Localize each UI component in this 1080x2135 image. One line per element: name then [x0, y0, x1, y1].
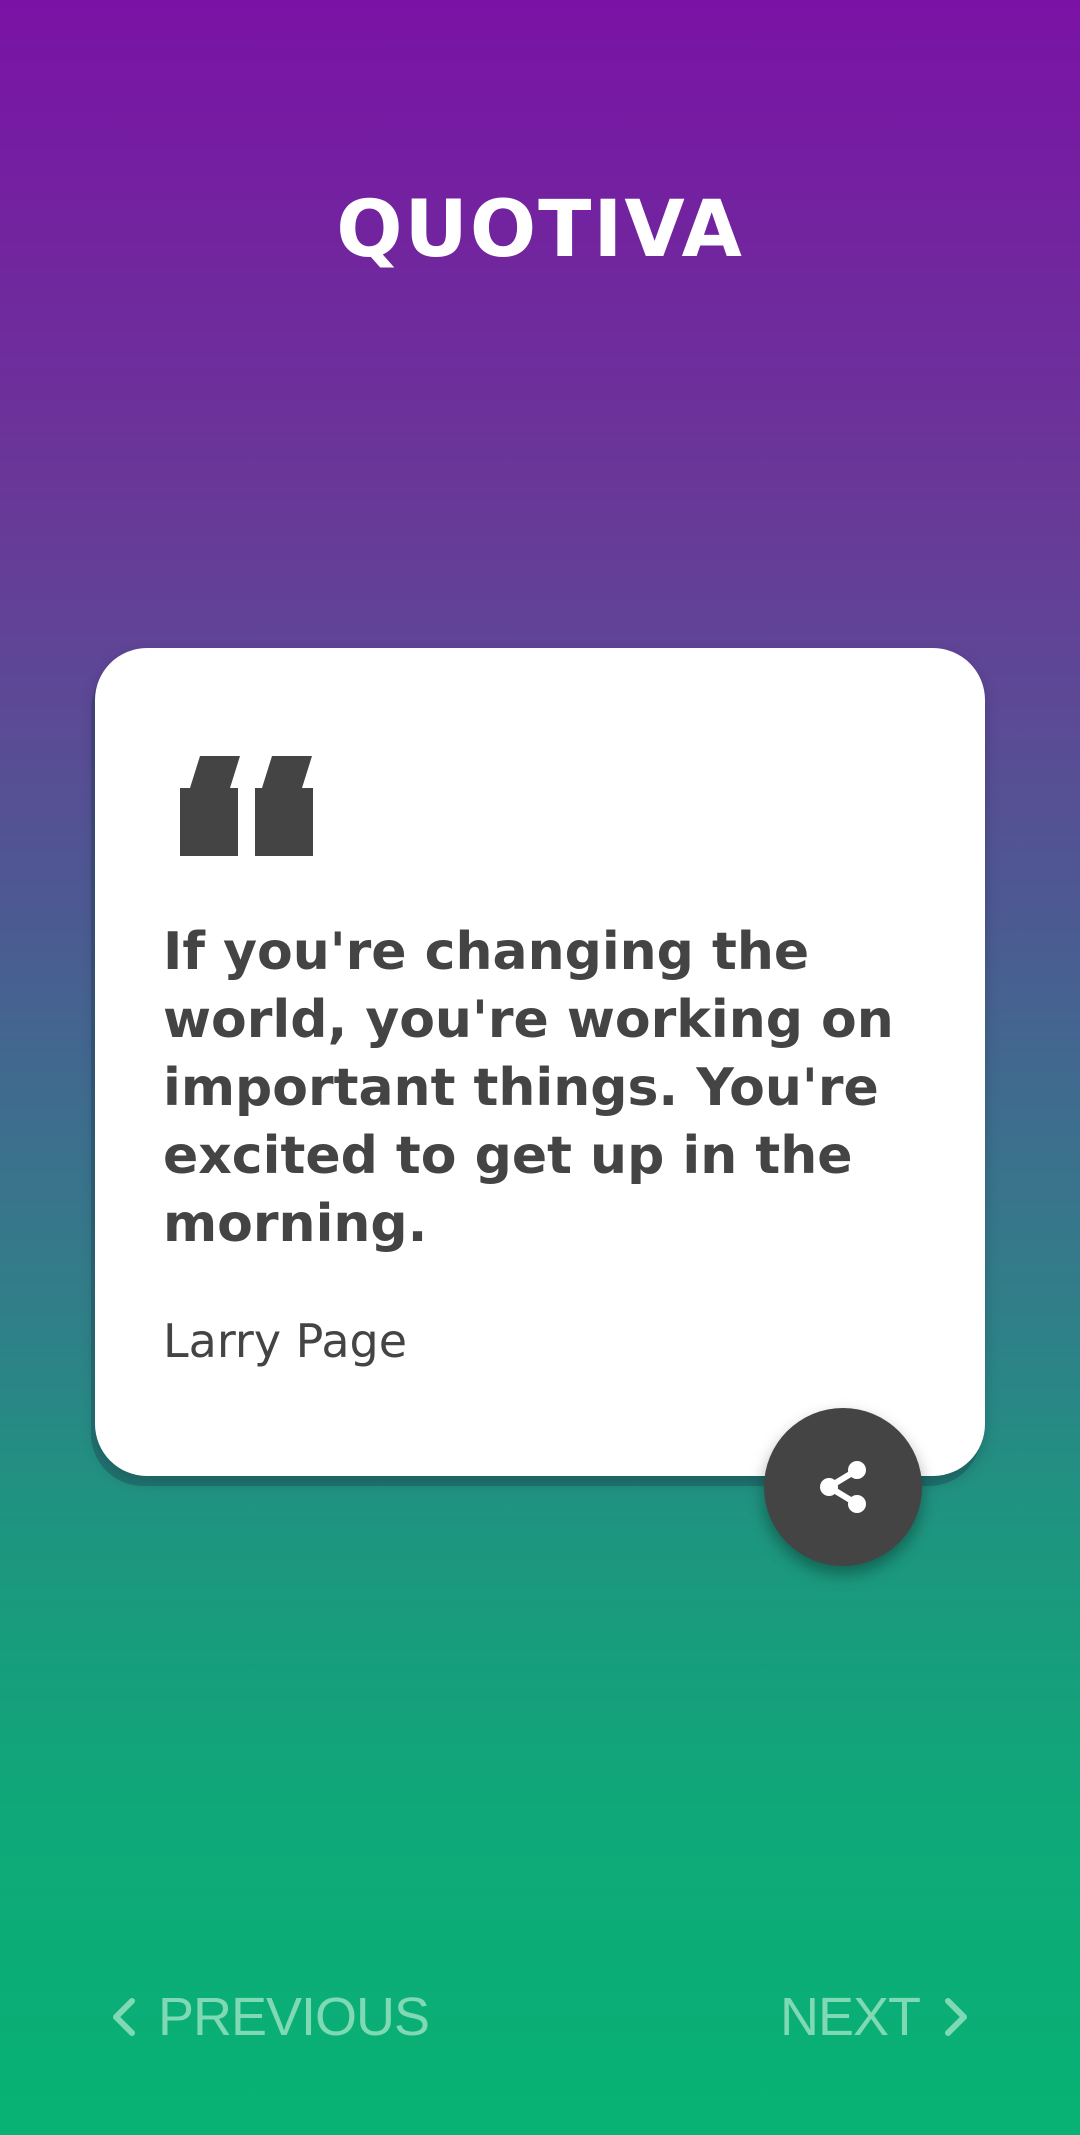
previous-button[interactable]: PREVIOUS — [108, 1982, 430, 2052]
quote-card: If you're changing the world, you're wor… — [95, 648, 985, 1476]
share-button[interactable] — [764, 1408, 922, 1566]
chevron-right-icon — [945, 1998, 967, 2036]
app-title: QUOTIVA — [336, 185, 744, 275]
quote-mark-icon — [180, 756, 313, 856]
share-icon — [820, 1461, 866, 1513]
quote-author: Larry Page — [163, 1314, 408, 1368]
previous-label: PREVIOUS — [158, 1987, 430, 2047]
quote-text: If you're changing the world, you're wor… — [163, 922, 894, 1254]
next-button[interactable]: NEXT — [780, 1982, 972, 2052]
next-label: NEXT — [779, 1987, 921, 2047]
chevron-left-icon — [113, 1998, 135, 2036]
